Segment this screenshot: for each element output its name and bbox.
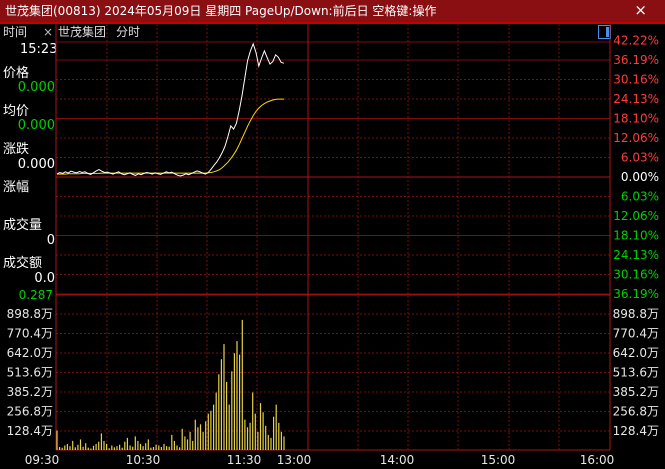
price-axis-tick-down: 36.19% <box>613 287 659 301</box>
price-axis-tick-down: 30.16% <box>613 268 659 282</box>
volume-axis-tick-right: 642.0万 <box>613 346 659 360</box>
price-axis-tick-up: 42.22% <box>613 34 659 48</box>
time-axis-tick: 09:30 <box>25 453 60 467</box>
volume-axis-tick-left: 898.8万 <box>7 307 53 321</box>
price-axis-tick-zero: 0.00% <box>621 170 659 184</box>
chart-vertical-grid <box>55 24 611 450</box>
price-axis-tick-down: 12.06% <box>613 209 659 223</box>
chart-grid <box>56 41 610 451</box>
right-volume-axis: 898.8万 770.4万 642.0万 513.6万 385.2万 256.8万 128.… <box>613 307 659 438</box>
time-axis-tick: 16:00 <box>580 453 615 467</box>
volume-axis-tick-left: 128.4万 <box>7 424 53 438</box>
volume-axis-tick-right: 385.2万 <box>613 385 659 399</box>
volume-axis-tick-left: 642.0万 <box>7 346 53 360</box>
price-axis-tick-up: 12.06% <box>613 131 659 145</box>
price-axis-tick-up: 24.13% <box>613 92 659 106</box>
price-axis-tick-down: 24.13% <box>613 248 659 262</box>
price-axis-tick-down: 18.10% <box>613 229 659 243</box>
price-axis-tick-down: 6.03% <box>621 190 659 204</box>
volume-axis-tick-right: 770.4万 <box>613 327 659 341</box>
avg-price-line <box>57 98 284 175</box>
time-axis-tick: 13:00 <box>277 453 312 467</box>
left-volume-axis: 898.8万 770.4万 642.0万 513.6万 385.2万 256.8万 128.… <box>7 307 53 438</box>
volume-axis-tick-right: 898.8万 <box>613 307 659 321</box>
volume-axis-tick-right: 513.6万 <box>613 366 659 380</box>
volume-axis-tick-left: 513.6万 <box>7 366 53 380</box>
time-axis-tick: 14:00 <box>380 453 415 467</box>
volume-axis-tick-left: 770.4万 <box>7 327 53 341</box>
time-axis-tick: 11:30 <box>227 453 262 467</box>
time-axis: 09:30 10:30 11:30 13:00 14:00 15:00 16:00 <box>25 453 615 467</box>
volume-axis-tick-left: 256.8万 <box>7 405 53 419</box>
price-axis-tick-up: 30.16% <box>613 73 659 87</box>
volume-axis-tick-right: 128.4万 <box>613 424 659 438</box>
price-axis-tick-up: 36.19% <box>613 53 659 67</box>
time-axis-tick: 15:00 <box>481 453 516 467</box>
reference-price-label: 0.287 <box>19 288 53 302</box>
volume-bars <box>56 319 285 450</box>
price-axis-tick-up: 6.03% <box>621 151 659 165</box>
time-axis-tick: 10:30 <box>126 453 161 467</box>
right-price-axis: 42.22% 36.19% 30.16% 24.13% 18.10% 12.06% 6.03… <box>613 34 659 302</box>
volume-axis-tick-left: 385.2万 <box>7 385 53 399</box>
intraday-chart[interactable]: 42.22% 36.19% 30.16% 24.13% 18.10% 12.06% 6.03… <box>0 0 665 469</box>
price-axis-tick-up: 18.10% <box>613 112 659 126</box>
price-line <box>56 42 285 177</box>
volume-axis-tick-right: 256.8万 <box>613 405 659 419</box>
